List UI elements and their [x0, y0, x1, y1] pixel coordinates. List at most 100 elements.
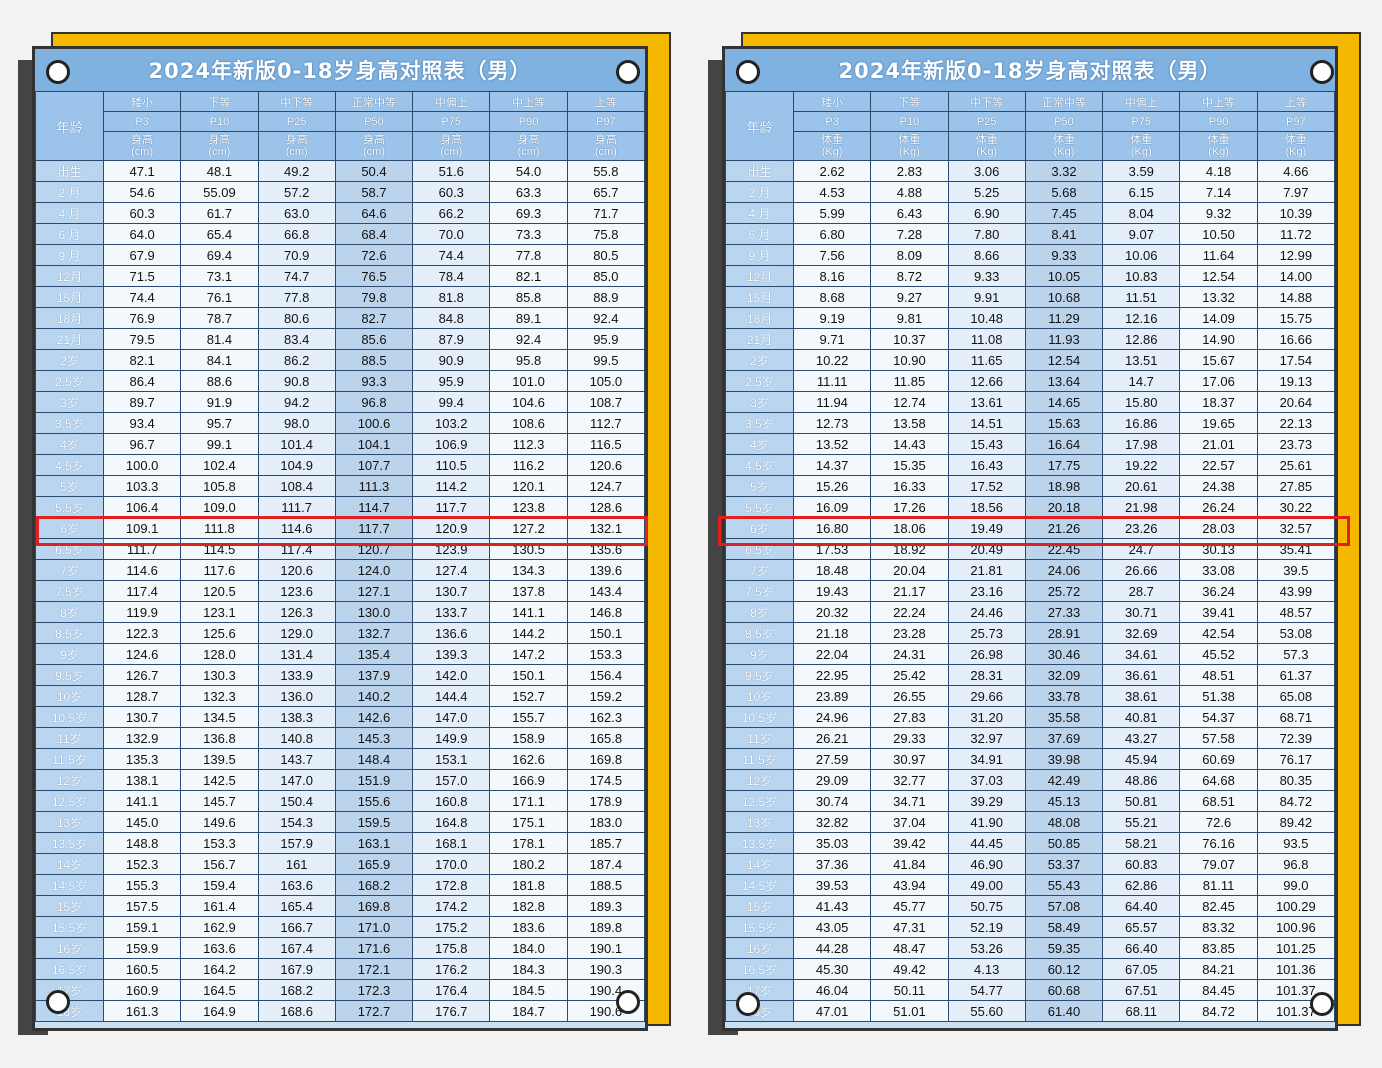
- age-cell: 10.5岁: [725, 706, 794, 728]
- value-cell: 161: [257, 853, 336, 875]
- value-cell: 23.28: [870, 622, 949, 644]
- value-cell: 123.6: [257, 580, 336, 602]
- table-row: 10.5岁 24.96 27.83 31.20 35.58 40.81 54.37 68.71: [725, 706, 1335, 728]
- value-cell: 167.4: [257, 937, 336, 959]
- age-cell: 13岁: [35, 811, 104, 833]
- value-cell: 114.7: [334, 496, 414, 518]
- value-cell: 172.7: [334, 1000, 414, 1022]
- value-cell: 20.64: [1256, 391, 1335, 413]
- value-cell: 128.0: [180, 643, 259, 665]
- value-cell: 50.4: [334, 160, 414, 182]
- value-cell: 130.7: [102, 706, 182, 728]
- value-cell: 16.64: [1024, 433, 1104, 455]
- value-cell: 7.45: [1024, 202, 1104, 224]
- value-cell: 95.9: [566, 328, 645, 350]
- value-cell: 159.2: [566, 685, 645, 707]
- value-cell: 14.00: [1256, 265, 1335, 287]
- value-cell: 124.0: [334, 559, 414, 581]
- value-cell: 151.9: [334, 769, 414, 791]
- value-cell: 176.2: [412, 958, 491, 980]
- age-cell: 出生: [725, 160, 794, 182]
- age-cell: 14岁: [725, 853, 794, 875]
- value-cell: 163.1: [334, 832, 414, 854]
- age-cell: 7岁: [725, 559, 794, 581]
- table-row: 8.5岁 21.18 23.28 25.73 28.91 32.69 42.54 53.08: [725, 622, 1335, 644]
- table-row: 10岁 23.89 26.55 29.66 33.78 38.61 51.38 65.08: [725, 685, 1335, 707]
- value-cell: 76.5: [334, 265, 414, 287]
- value-cell: 122.3: [102, 622, 182, 644]
- value-cell: 69.4: [180, 244, 259, 266]
- value-cell: 175.1: [489, 811, 568, 833]
- value-cell: 128.7: [102, 685, 182, 707]
- value-cell: 92.4: [489, 328, 568, 350]
- value-cell: 65.7: [566, 181, 645, 203]
- value-cell: 69.3: [489, 202, 568, 224]
- age-cell: 15月: [725, 286, 794, 308]
- value-cell: 10.83: [1102, 265, 1181, 287]
- value-cell: 58.49: [1024, 916, 1104, 938]
- unit-header: 身高 (cm): [257, 131, 336, 161]
- mount-hole: [46, 60, 70, 84]
- value-cell: 29.09: [792, 769, 872, 791]
- value-cell: 88.5: [334, 349, 414, 371]
- value-cell: 14.7: [1102, 370, 1181, 392]
- value-cell: 21.17: [870, 580, 949, 602]
- value-cell: 23.89: [792, 685, 872, 707]
- value-cell: 172.3: [334, 979, 414, 1001]
- age-cell: 3岁: [725, 391, 794, 413]
- value-cell: 50.85: [1024, 832, 1104, 854]
- value-cell: 77.8: [489, 244, 568, 266]
- value-cell: 93.5: [1256, 832, 1335, 854]
- value-cell: 162.3: [566, 706, 645, 728]
- value-cell: 18.37: [1179, 391, 1258, 413]
- value-cell: 7.56: [792, 244, 872, 266]
- table-row: 14.5岁 39.53 43.94 49.00 55.43 62.86 81.11 99.0: [725, 874, 1335, 896]
- value-cell: 182.8: [489, 895, 568, 917]
- value-cell: 17.26: [870, 496, 949, 518]
- value-cell: 101.4: [257, 433, 336, 455]
- value-cell: 88.9: [566, 286, 645, 308]
- value-cell: 68.71: [1256, 706, 1335, 728]
- value-cell: 30.46: [1024, 643, 1104, 665]
- table-row: 13.5岁 148.8 153.3 157.9 163.1 168.1 178.1 185.7: [35, 832, 645, 854]
- value-cell: 19.22: [1102, 454, 1181, 476]
- age-cell: 14岁: [35, 853, 104, 875]
- value-cell: 95.8: [489, 349, 568, 371]
- value-cell: 130.0: [334, 601, 414, 623]
- value-cell: 20.32: [792, 601, 872, 623]
- age-cell: 4岁: [725, 433, 794, 455]
- value-cell: 49.2: [257, 160, 336, 182]
- value-cell: 67.9: [102, 244, 182, 266]
- value-cell: 13.61: [947, 391, 1026, 413]
- age-cell: 4 月: [35, 202, 104, 224]
- value-cell: 116.5: [566, 433, 645, 455]
- value-cell: 39.53: [792, 874, 872, 896]
- age-6-highlight: [36, 516, 648, 546]
- table-row: 12月 71.5 73.1 74.7 76.5 78.4 82.1 85.0: [35, 265, 645, 287]
- age-cell: 12月: [35, 265, 104, 287]
- value-cell: 48.1: [180, 160, 259, 182]
- value-cell: 101.0: [489, 370, 568, 392]
- value-cell: 12.66: [947, 370, 1026, 392]
- value-cell: 117.4: [102, 580, 182, 602]
- value-cell: 11.51: [1102, 286, 1181, 308]
- value-cell: 85.6: [334, 328, 414, 350]
- value-cell: 26.55: [870, 685, 949, 707]
- value-cell: 184.3: [489, 958, 568, 980]
- table-row: 5岁 15.26 16.33 17.52 18.98 20.61 24.38 27.85: [725, 475, 1335, 497]
- value-cell: 164.8: [412, 811, 491, 833]
- value-cell: 189.8: [566, 916, 645, 938]
- value-cell: 153.1: [412, 748, 491, 770]
- value-cell: 139.5: [180, 748, 259, 770]
- value-cell: 160.8: [412, 790, 491, 812]
- value-cell: 13.58: [870, 412, 949, 434]
- value-cell: 14.90: [1179, 328, 1258, 350]
- value-cell: 75.8: [566, 223, 645, 245]
- age-cell: 8.5岁: [725, 622, 794, 644]
- age-cell: 12月: [725, 265, 794, 287]
- value-cell: 81.8: [412, 286, 491, 308]
- value-cell: 53.37: [1024, 853, 1104, 875]
- value-cell: 100.29: [1256, 895, 1335, 917]
- value-cell: 148.4: [334, 748, 414, 770]
- value-cell: 119.9: [102, 601, 182, 623]
